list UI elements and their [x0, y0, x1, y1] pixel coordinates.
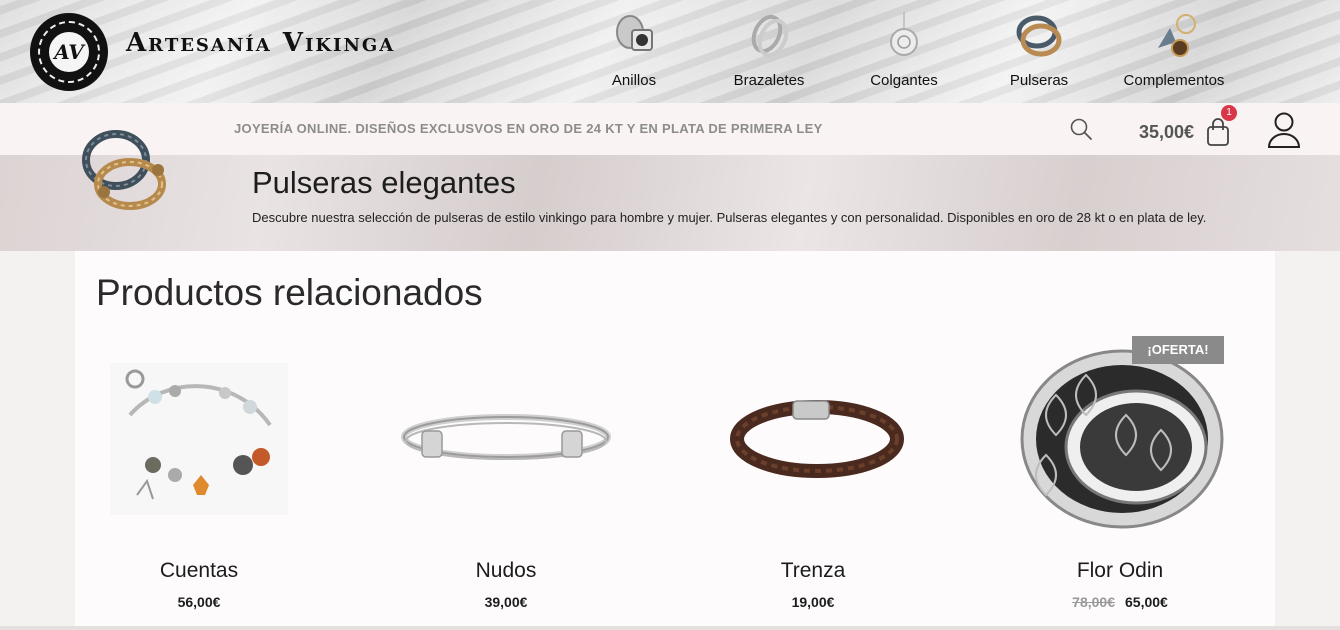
bracelet-banner-image — [82, 130, 166, 210]
divider — [0, 626, 1340, 630]
nav-item-brazaletes[interactable]: Brazaletes — [709, 8, 829, 98]
category-title: Pulseras elegantes — [252, 165, 516, 200]
product-current-price: 65,00€ — [1125, 594, 1168, 610]
nav-label: Colgantes — [870, 72, 938, 89]
nav-item-complementos[interactable]: Complementos — [1114, 8, 1234, 98]
product-old-price: 78,00€ — [1072, 594, 1115, 610]
product-image-trenza[interactable] — [689, 335, 937, 545]
nav-label: Pulseras — [1009, 72, 1069, 89]
product-price: 19,00€ — [689, 594, 937, 610]
bangle-icon — [751, 14, 789, 58]
shopping-bag-icon[interactable] — [1205, 117, 1231, 147]
product-card[interactable]: Nudos 39,00€ — [382, 335, 630, 625]
product-name[interactable]: Nudos — [382, 559, 630, 583]
product-image-flor-odin[interactable] — [996, 335, 1244, 545]
main-nav: Anillos Brazaletes Colgantes Pulseras Co… — [0, 8, 1340, 98]
product-price: 56,00€ — [75, 594, 323, 610]
nav-label: Complementos — [1123, 72, 1225, 89]
cart-count-badge: 1 — [1221, 105, 1237, 121]
bracelet-icon — [1016, 15, 1062, 57]
product-card[interactable]: Flor Odin 78,00€ 65,00€ — [996, 335, 1244, 625]
page: AV Artesanía Vikinga Anillos Brazaletes — [0, 0, 1340, 630]
product-name[interactable]: Cuentas — [75, 559, 323, 583]
accessories-icon — [1158, 14, 1196, 57]
category-description: Descubre nuestra selección de pulseras d… — [252, 210, 1207, 225]
sale-badge: ¡OFERTA! — [1132, 336, 1224, 364]
nav-label: Anillos — [611, 72, 657, 89]
product-card[interactable]: Trenza 19,00€ — [689, 335, 937, 625]
info-bar: JOYERÍA ONLINE. DISEÑOS EXCLUSVOS EN ORO… — [0, 103, 1340, 155]
user-account-icon[interactable] — [1266, 111, 1302, 149]
pendant-icon — [890, 12, 918, 56]
product-image-cuentas[interactable] — [75, 335, 323, 545]
nav-item-anillos[interactable]: Anillos — [574, 8, 694, 98]
product-current-price: 39,00€ — [484, 594, 528, 610]
product-image-nudos[interactable] — [382, 335, 630, 545]
site-header: AV Artesanía Vikinga Anillos Brazaletes — [0, 0, 1340, 103]
product-name[interactable]: Flor Odin — [996, 559, 1244, 583]
ring-icon — [616, 15, 653, 51]
category-banner — [0, 155, 1340, 251]
nav-label: Brazaletes — [733, 72, 805, 89]
product-current-price: 56,00€ — [177, 594, 221, 610]
product-current-price: 19,00€ — [791, 594, 835, 610]
search-icon[interactable] — [1068, 116, 1094, 142]
nav-item-colgantes[interactable]: Colgantes — [844, 8, 964, 98]
nav-item-pulseras[interactable]: Pulseras — [979, 8, 1099, 98]
product-card[interactable]: Cuentas 56,00€ — [75, 335, 323, 625]
product-price: 39,00€ — [382, 594, 630, 610]
product-name[interactable]: Trenza — [689, 559, 937, 583]
tagline: JOYERÍA ONLINE. DISEÑOS EXCLUSVOS EN ORO… — [234, 121, 823, 136]
related-products-title: Productos relacionados — [96, 272, 483, 313]
cart-total[interactable]: 35,00€ — [1139, 122, 1194, 143]
product-price: 78,00€ 65,00€ — [996, 594, 1244, 610]
